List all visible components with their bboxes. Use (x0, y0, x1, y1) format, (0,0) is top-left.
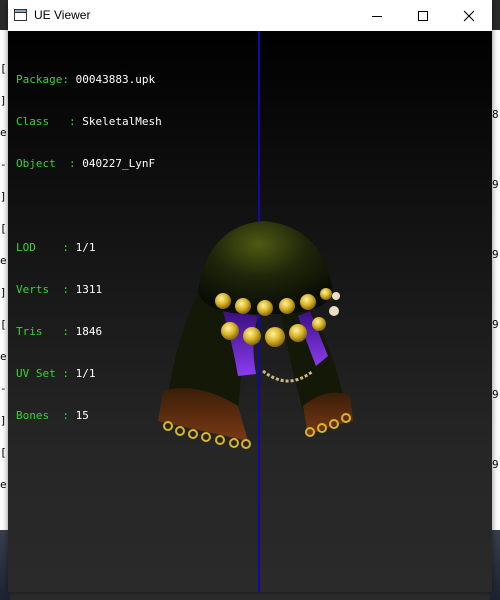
background-app-glyph: 9 (492, 318, 499, 331)
close-button[interactable] (446, 0, 492, 31)
skeletal-mesh-render[interactable] (138, 206, 368, 466)
minimize-icon (372, 15, 382, 17)
ue-viewer-window: UE Viewer Package: 00043883.upk Class : … (8, 0, 492, 592)
maximize-icon (418, 10, 428, 21)
maximize-button[interactable] (400, 0, 446, 31)
info-row-package: Package: 00043883.upk (16, 73, 156, 86)
minimize-button[interactable] (354, 0, 400, 31)
window-title: UE Viewer (34, 8, 91, 22)
3d-viewport[interactable]: Package: 00043883.upk Class : SkeletalMe… (8, 31, 492, 592)
background-app-glyph: 8 (492, 108, 499, 121)
title-bar[interactable]: UE Viewer (8, 0, 492, 31)
background-app-glyph: 9 (492, 388, 499, 401)
info-row-object: Object : 040227_LynF (16, 157, 156, 170)
app-window-icon (14, 9, 27, 21)
background-app-glyph: 9 (492, 178, 499, 191)
close-icon (463, 10, 475, 21)
info-row-class: Class : SkeletalMesh (16, 115, 162, 128)
background-app-glyph: 9 (492, 248, 499, 261)
background-app-glyph: 9 (492, 458, 499, 471)
